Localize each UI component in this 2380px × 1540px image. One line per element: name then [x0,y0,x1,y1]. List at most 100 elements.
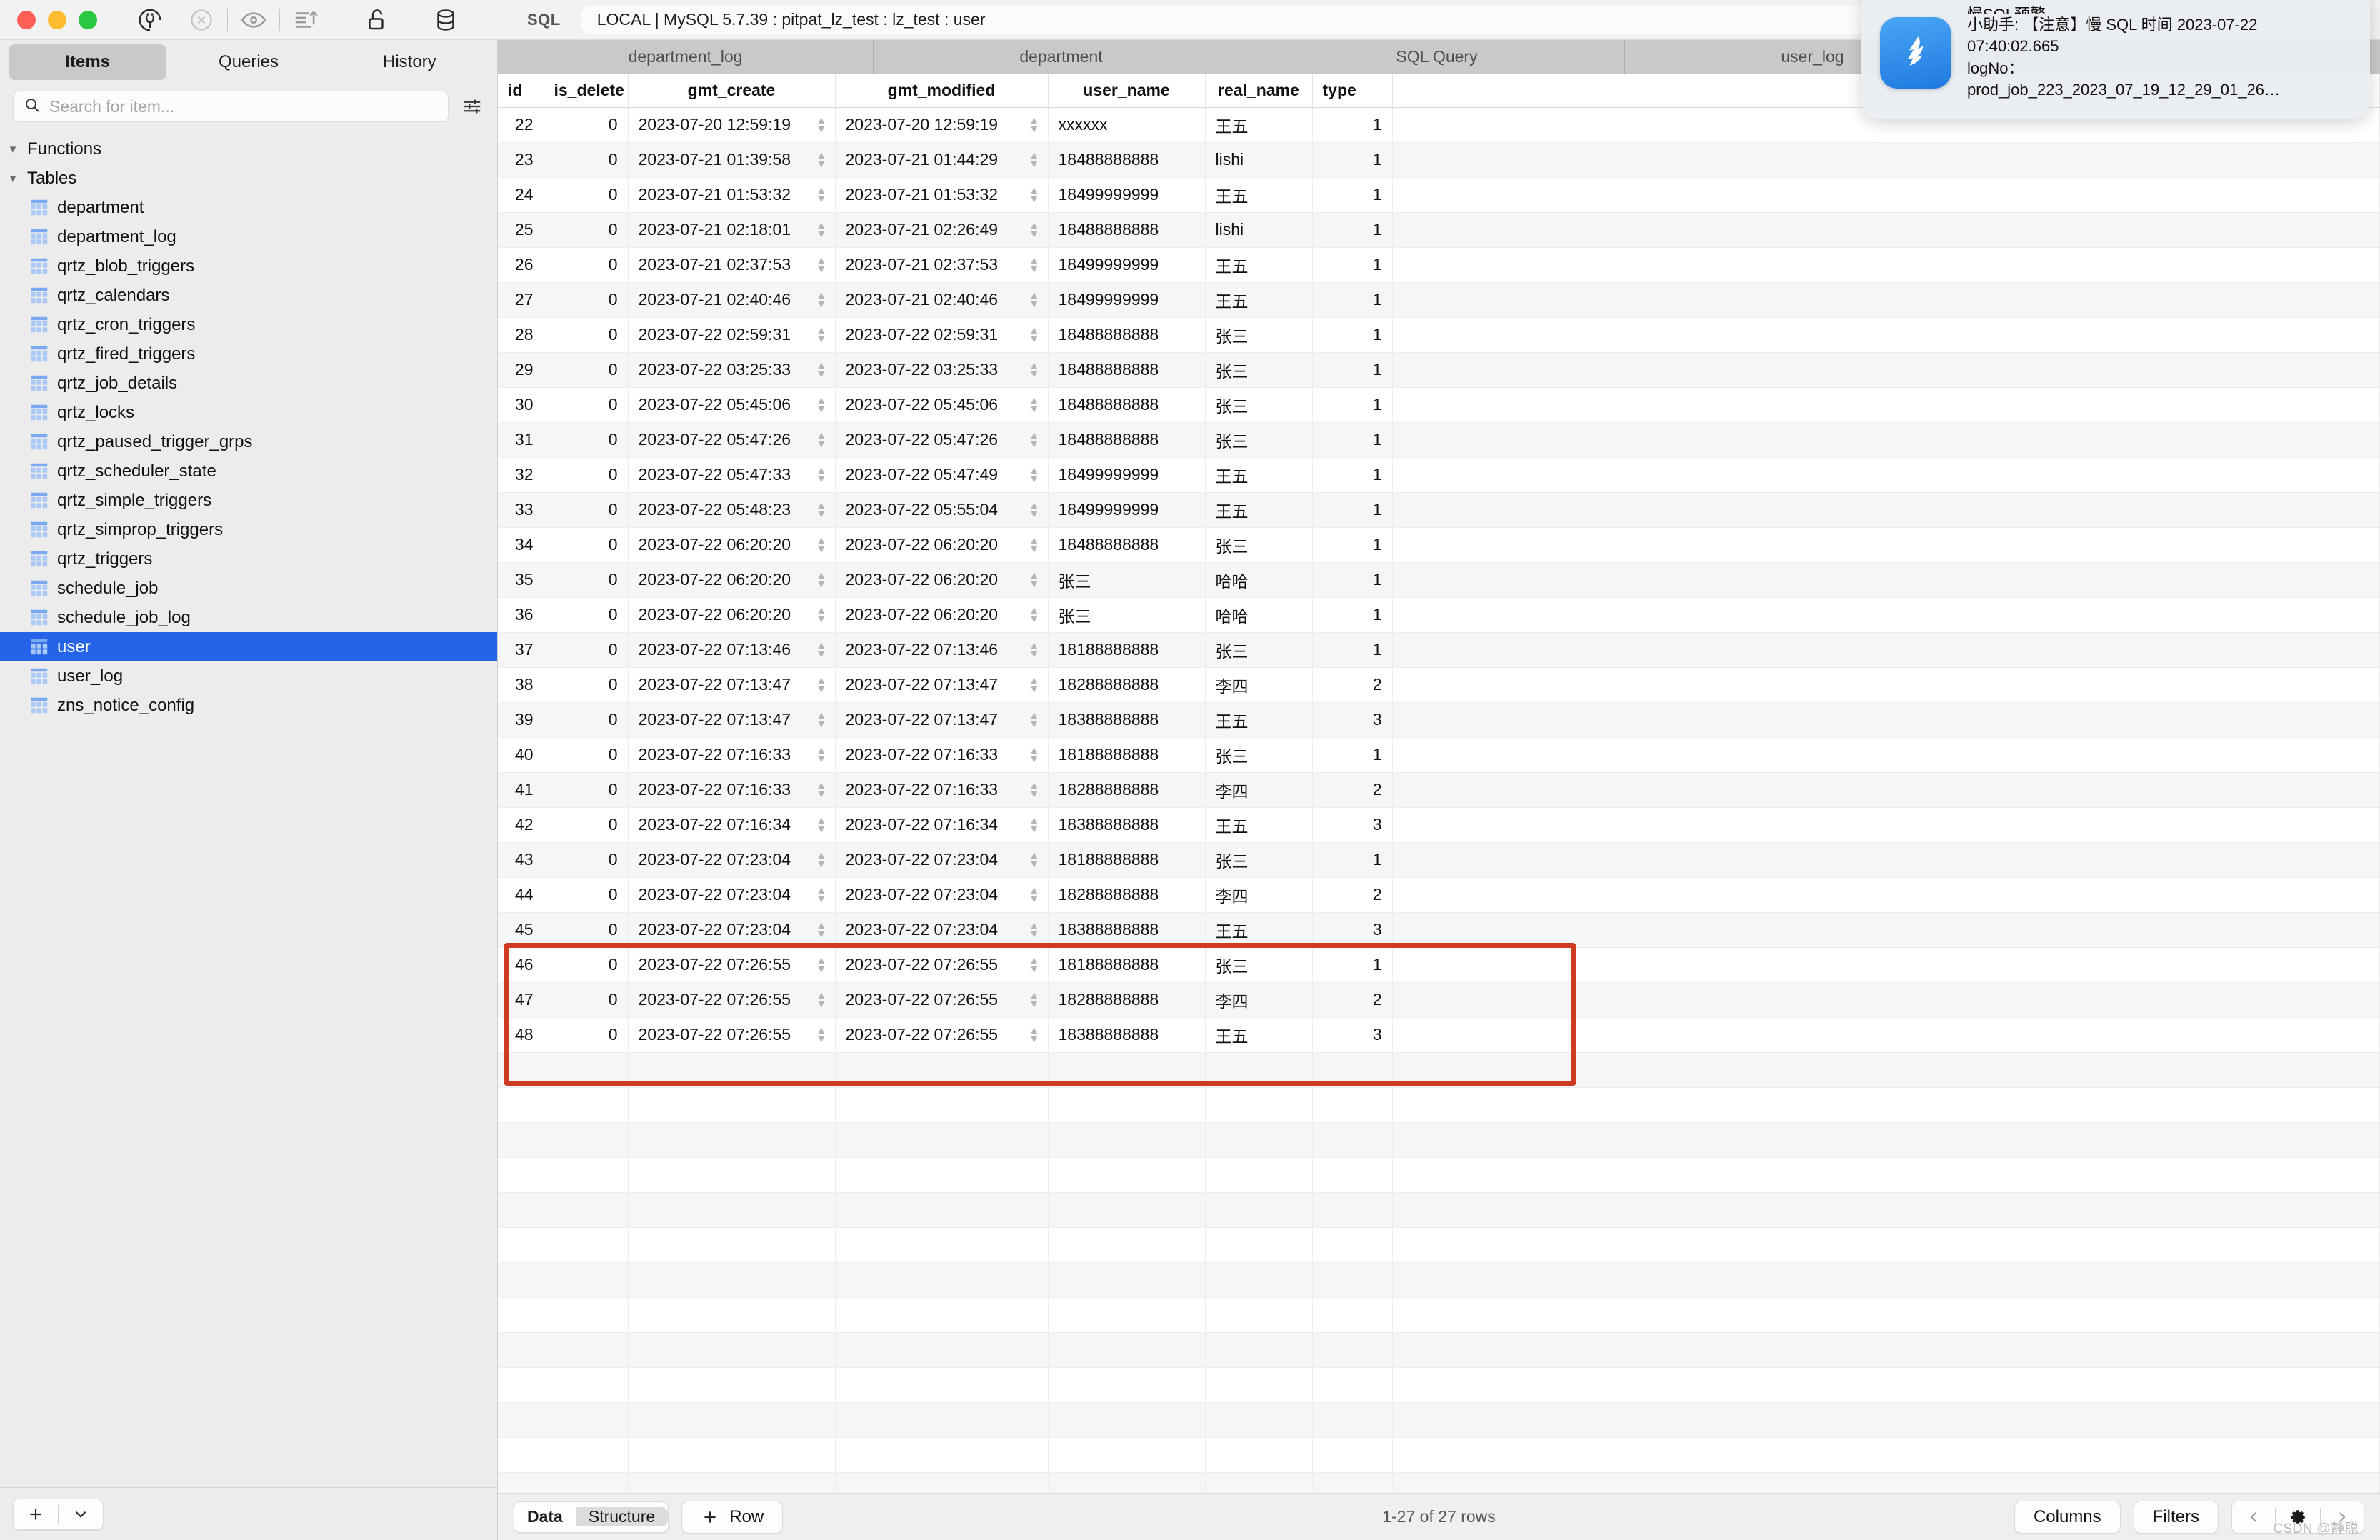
datetime-stepper-icon[interactable]: ▴ ▾ [818,114,825,135]
column-header-id[interactable]: id [498,74,544,108]
cell-id[interactable]: 36 [498,597,544,633]
cell-is-delete[interactable]: 0 [544,772,629,808]
cell-is-delete[interactable]: 0 [544,282,629,318]
sidebar-table-schedule-job-log[interactable]: schedule_job_log [0,603,497,632]
cell-type[interactable]: 1 [1312,317,1393,353]
datetime-stepper-icon[interactable]: ▴ ▾ [1031,884,1038,905]
cell-id[interactable]: 28 [498,317,544,353]
cell-real-name[interactable]: 王五 [1205,282,1313,318]
cell-is-delete[interactable]: 0 [544,247,629,283]
table-row[interactable]: 43 0 2023-07-22 07:23:04 ▴ ▾ 2023-07-22 07:23… [498,842,2380,878]
filters-button[interactable]: Filters [2133,1500,2219,1534]
cell-id[interactable]: 22 [498,107,544,143]
cell-gmt-create[interactable]: 2023-07-22 06:20:20 ▴ ▾ [628,597,836,633]
datetime-stepper-icon[interactable]: ▴ ▾ [818,219,825,240]
cell-id[interactable]: 31 [498,422,544,458]
cell-user-name[interactable]: 18499999999 [1048,492,1206,528]
cell-user-name[interactable]: 18388888888 [1048,1017,1206,1053]
table-row[interactable]: 29 0 2023-07-22 03:25:33 ▴ ▾ 2023-07-22 03:25… [498,352,2380,388]
tree-group-functions[interactable]: ▾ Functions [0,134,497,164]
datetime-stepper-icon[interactable]: ▴ ▾ [1031,814,1038,835]
cell-real-name[interactable]: lishi [1205,212,1313,248]
cell-type[interactable]: 3 [1312,807,1393,843]
datetime-stepper-icon[interactable]: ▴ ▾ [1031,709,1038,730]
table-row[interactable]: 32 0 2023-07-22 05:47:33 ▴ ▾ 2023-07-22 05:47… [498,457,2380,493]
cell-real-name[interactable]: 哈哈 [1205,597,1313,633]
cell-is-delete[interactable]: 0 [544,492,629,528]
cell-gmt-modified[interactable]: 2023-07-20 12:59:19 ▴ ▾ [835,107,1049,143]
cell-type[interactable]: 1 [1312,597,1393,633]
sidebar-table-qrtz-calendars[interactable]: qrtz_calendars [0,281,497,310]
cell-user-name[interactable]: 18488888888 [1048,527,1206,563]
table-row[interactable]: 31 0 2023-07-22 05:47:26 ▴ ▾ 2023-07-22 05:47… [498,422,2380,458]
cell-real-name[interactable]: 王五 [1205,702,1313,738]
table-row[interactable]: 26 0 2023-07-21 02:37:53 ▴ ▾ 2023-07-21 02:37… [498,247,2380,283]
cell-real-name[interactable]: 李四 [1205,982,1313,1018]
cell-gmt-modified[interactable]: 2023-07-21 01:44:29 ▴ ▾ [835,142,1049,178]
cell-id[interactable]: 30 [498,387,544,423]
table-row[interactable]: 47 0 2023-07-22 07:26:55 ▴ ▾ 2023-07-22 07:26… [498,982,2380,1018]
cell-gmt-modified[interactable]: 2023-07-22 06:20:20 ▴ ▾ [835,527,1049,563]
cell-gmt-create[interactable]: 2023-07-22 03:25:33 ▴ ▾ [628,352,836,388]
cell-id[interactable]: 39 [498,702,544,738]
connect-plug-icon[interactable] [124,3,176,37]
cell-is-delete[interactable]: 0 [544,912,629,948]
tab-department-log[interactable]: department_log [498,40,874,74]
cell-is-delete[interactable]: 0 [544,632,629,668]
cell-is-delete[interactable]: 0 [544,142,629,178]
cell-is-delete[interactable]: 0 [544,1017,629,1053]
datetime-stepper-icon[interactable]: ▴ ▾ [1031,219,1038,240]
datetime-stepper-icon[interactable]: ▴ ▾ [818,359,825,380]
tree-group-tables[interactable]: ▾ Tables [0,164,497,193]
cell-id[interactable]: 40 [498,737,544,773]
cell-id[interactable]: 27 [498,282,544,318]
datetime-stepper-icon[interactable]: ▴ ▾ [818,604,825,625]
cell-real-name[interactable]: 张三 [1205,527,1313,563]
cell-type[interactable]: 3 [1312,702,1393,738]
datetime-stepper-icon[interactable]: ▴ ▾ [818,499,825,520]
datetime-stepper-icon[interactable]: ▴ ▾ [818,324,825,345]
cell-type[interactable]: 1 [1312,842,1393,878]
cell-type[interactable]: 1 [1312,632,1393,668]
cell-type[interactable]: 1 [1312,387,1393,423]
cell-user-name[interactable]: 18288888888 [1048,982,1206,1018]
connection-path-field[interactable]: LOCAL | MySQL 5.7.39 : pitpat_lz_test : … [580,5,1995,34]
cell-gmt-create[interactable]: 2023-07-22 07:16:33 ▴ ▾ [628,737,836,773]
cell-id[interactable]: 44 [498,877,544,913]
datetime-stepper-icon[interactable]: ▴ ▾ [818,919,825,940]
datetime-stepper-icon[interactable]: ▴ ▾ [1031,674,1038,695]
cell-id[interactable]: 33 [498,492,544,528]
sidebar-table-qrtz-blob-triggers[interactable]: qrtz_blob_triggers [0,251,497,281]
cell-real-name[interactable]: 哈哈 [1205,562,1313,598]
datetime-stepper-icon[interactable]: ▴ ▾ [1031,114,1038,135]
sidebar-tab-items[interactable]: Items [9,44,167,80]
cell-gmt-create[interactable]: 2023-07-22 06:20:20 ▴ ▾ [628,527,836,563]
minimize-window-button[interactable] [48,10,66,29]
cell-is-delete[interactable]: 0 [544,107,629,143]
cell-real-name[interactable]: 张三 [1205,352,1313,388]
cell-gmt-create[interactable]: 2023-07-21 02:18:01 ▴ ▾ [628,212,836,248]
cell-id[interactable]: 34 [498,527,544,563]
stop-cancel-icon[interactable] [176,3,227,37]
cell-is-delete[interactable]: 0 [544,597,629,633]
cell-id[interactable]: 25 [498,212,544,248]
datetime-stepper-icon[interactable]: ▴ ▾ [1031,359,1038,380]
close-window-button[interactable] [17,10,36,29]
cell-gmt-modified[interactable]: 2023-07-22 06:20:20 ▴ ▾ [835,597,1049,633]
cell-is-delete[interactable]: 0 [544,667,629,703]
table-row[interactable]: 23 0 2023-07-21 01:39:58 ▴ ▾ 2023-07-21 01:44… [498,142,2380,178]
cell-user-name[interactable]: 张三 [1048,597,1206,633]
column-header-type[interactable]: type [1312,74,1393,108]
datetime-stepper-icon[interactable]: ▴ ▾ [818,814,825,835]
cell-real-name[interactable]: 张三 [1205,947,1313,983]
cell-gmt-create[interactable]: 2023-07-22 05:48:23 ▴ ▾ [628,492,836,528]
structure-view-button[interactable]: Structure [575,1507,669,1526]
cell-is-delete[interactable]: 0 [544,877,629,913]
sidebar-table-qrtz-paused-trigger-grps[interactable]: qrtz_paused_trigger_grps [0,427,497,456]
cell-is-delete[interactable]: 0 [544,842,629,878]
cell-gmt-create[interactable]: 2023-07-21 02:40:46 ▴ ▾ [628,282,836,318]
table-row[interactable]: 34 0 2023-07-22 06:20:20 ▴ ▾ 2023-07-22 06:20… [498,527,2380,563]
cell-user-name[interactable]: 18188888888 [1048,842,1206,878]
cell-user-name[interactable]: 18488888888 [1048,142,1206,178]
cell-type[interactable]: 1 [1312,212,1393,248]
